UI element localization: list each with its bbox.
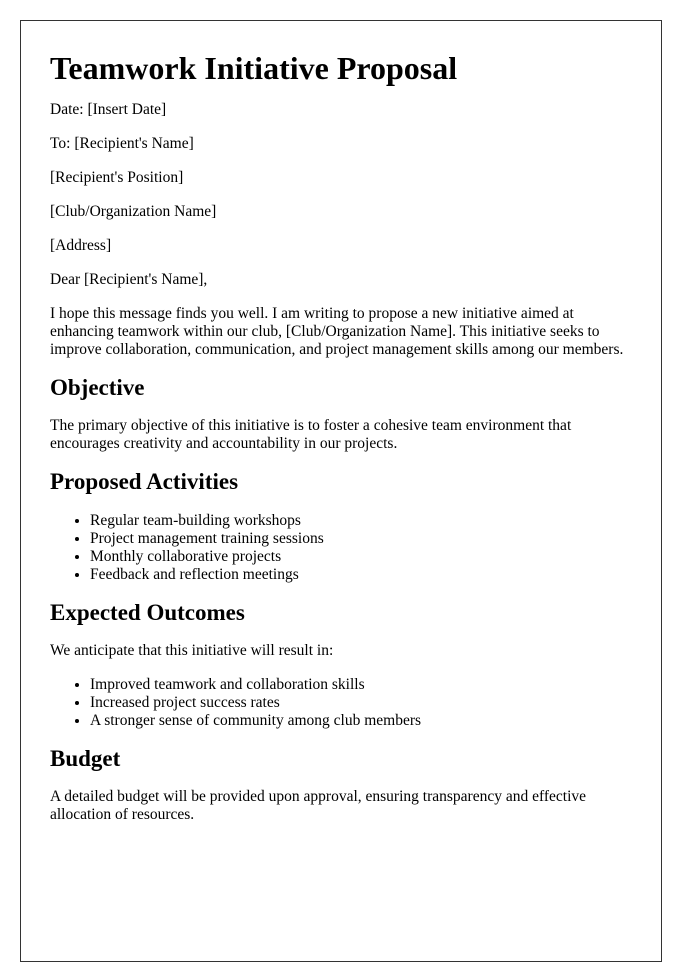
document-title: Teamwork Initiative Proposal	[50, 50, 458, 86]
recipient-position-line: [Recipient's Position]	[50, 169, 184, 186]
outcomes-heading: Expected Outcomes	[50, 600, 245, 625]
activities-list: Regular team-building workshops Project …	[50, 512, 632, 584]
letter-header: Date: [Insert Date] To: [Recipient's Nam…	[50, 101, 632, 289]
list-item: Project management training sessions	[90, 530, 632, 548]
intro-paragraph: I hope this message finds you well. I am…	[50, 305, 624, 358]
objective-heading: Objective	[50, 375, 145, 400]
list-item: Increased project success rates	[90, 694, 632, 712]
outcomes-list: Improved teamwork and collaboration skil…	[50, 676, 632, 730]
list-item: Monthly collaborative projects	[90, 548, 632, 566]
budget-heading: Budget	[50, 746, 121, 771]
outcomes-intro: We anticipate that this initiative will …	[50, 642, 334, 659]
letter-document: Teamwork Initiative Proposal Date: [Inse…	[20, 20, 662, 962]
list-item: A stronger sense of community among club…	[90, 712, 632, 730]
activities-heading: Proposed Activities	[50, 469, 239, 494]
list-item: Feedback and reflection meetings	[90, 566, 632, 584]
budget-paragraph: A detailed budget will be provided upon …	[50, 788, 587, 823]
salutation: Dear [Recipient's Name],	[50, 271, 208, 288]
date-line: Date: [Insert Date]	[50, 101, 167, 118]
recipient-name-line: To: [Recipient's Name]	[50, 135, 194, 152]
organization-line: [Club/Organization Name]	[50, 203, 217, 220]
address-line: [Address]	[50, 237, 112, 254]
objective-paragraph: The primary objective of this initiative…	[50, 417, 572, 452]
list-item: Regular team-building workshops	[90, 512, 632, 530]
list-item: Improved teamwork and collaboration skil…	[90, 676, 632, 694]
